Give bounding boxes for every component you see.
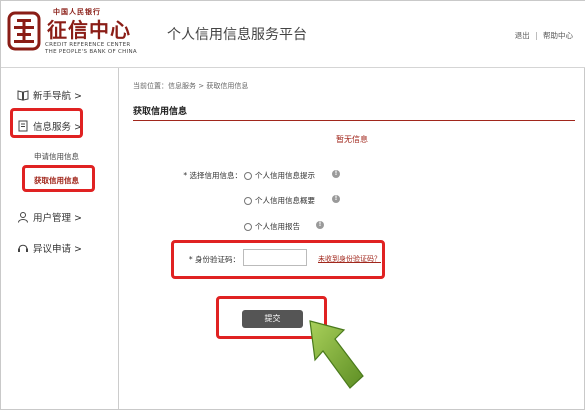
radio-button[interactable] [244, 171, 252, 180]
info-icon[interactable]: ! [332, 170, 340, 178]
select-credit-info-label: * 选择信用信息： [183, 171, 242, 180]
header: 中国人民银行 征信中心 CREDIT REFERENCE CENTER THE … [1, 1, 585, 67]
radio-button[interactable] [244, 222, 252, 231]
info-icon[interactable]: ! [332, 195, 340, 203]
option-label: 个人信用信息提示 [255, 171, 315, 180]
logo-text-main: 征信中心 [47, 18, 131, 42]
highlight-box-info-service [10, 108, 83, 138]
option-info-hint[interactable]: 个人信用信息提示 [244, 170, 315, 181]
sidebar-item-guide[interactable]: 新手导航 > [17, 88, 82, 102]
user-icon [18, 212, 28, 223]
sidebar-item-label: 异议申请 > [33, 244, 82, 255]
book-icon [17, 90, 29, 101]
logo-text-en-1: CREDIT REFERENCE CENTER [45, 42, 131, 48]
sidebar-item-label: 新手导航 > [33, 91, 82, 102]
section-divider [133, 120, 575, 121]
option-info-summary[interactable]: 个人信用信息概要 [244, 195, 315, 206]
option-label: 个人信用信息概要 [255, 196, 315, 205]
logo-icon [7, 11, 41, 51]
top-links: 退出 | 帮助中心 [515, 30, 573, 41]
logo-text-en-2: THE PEOPLE'S BANK OF CHINA [45, 49, 137, 55]
info-icon[interactable]: ! [316, 221, 324, 229]
arrow-icon [309, 320, 364, 389]
option-credit-report[interactable]: 个人信用报告 [244, 221, 300, 232]
top-link-separator: | [535, 31, 538, 40]
sidebar-item-user-manage[interactable]: 用户管理 > [17, 210, 82, 224]
sidebar-subitem-apply[interactable]: 申请信用信息 [34, 151, 79, 162]
breadcrumb: 当前位置：信息服务 > 获取信用信息 [133, 82, 249, 90]
option-label: 个人信用报告 [255, 222, 300, 231]
page-title: 个人信用信息服务平台 [167, 27, 307, 43]
highlight-box-verification [171, 240, 385, 279]
empty-notice: 暂无信息 [336, 135, 368, 144]
sidebar-item-dispute[interactable]: 异议申请 > [17, 241, 82, 255]
headset-icon [18, 244, 28, 252]
logout-link[interactable]: 退出 [515, 31, 530, 40]
help-center-link[interactable]: 帮助中心 [543, 31, 573, 40]
sidebar-item-label: 用户管理 > [33, 213, 82, 224]
highlight-box-get-info [22, 165, 95, 192]
radio-button[interactable] [244, 196, 252, 205]
section-title: 获取信用信息 [133, 107, 188, 117]
